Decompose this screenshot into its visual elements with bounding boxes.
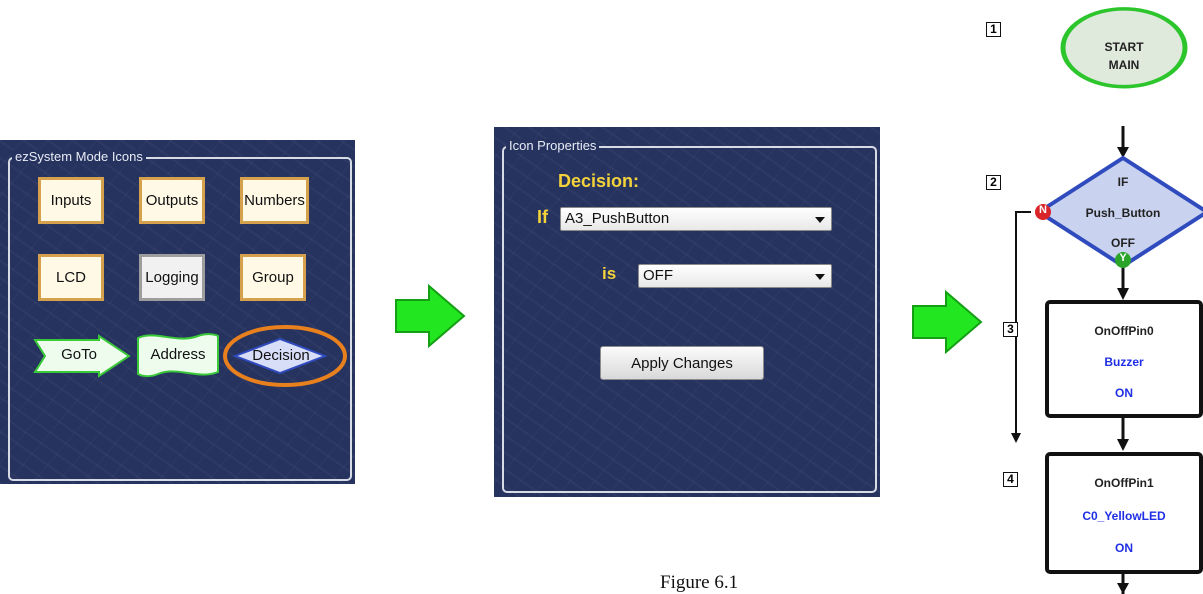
numbers-button[interactable]: Numbers bbox=[240, 177, 309, 224]
chevron-down-icon bbox=[815, 217, 825, 223]
if-select-value: A3_PushButton bbox=[565, 210, 670, 227]
is-select[interactable]: OFF bbox=[638, 264, 832, 288]
goto-label: GoTo bbox=[61, 346, 97, 363]
figure-caption: Figure 6.1 bbox=[660, 572, 739, 593]
step-number-4: 4 bbox=[1003, 472, 1018, 487]
icon-properties-panel: Icon Properties Decision: If A3_PushButt… bbox=[494, 127, 880, 497]
decision-line-1: IF bbox=[1117, 175, 1129, 189]
chevron-down-icon bbox=[815, 274, 825, 280]
address-label: Address bbox=[150, 346, 206, 363]
step-4-line-3: ON bbox=[1115, 541, 1133, 555]
step-3-line-3: ON bbox=[1115, 386, 1133, 400]
no-branch-label: N bbox=[1039, 204, 1047, 216]
is-select-value: OFF bbox=[643, 267, 673, 284]
logging-button[interactable]: Logging bbox=[139, 254, 205, 301]
mode-icons-panel: ezSystem Mode Icons Inputs Outputs Numbe… bbox=[0, 140, 355, 484]
mode-icons-title: ezSystem Mode Icons bbox=[12, 150, 146, 164]
step-4-line-2: C0_YellowLED bbox=[1082, 509, 1166, 523]
is-label: is bbox=[602, 264, 617, 283]
apply-changes-button[interactable]: Apply Changes bbox=[600, 346, 764, 380]
properties-group-frame bbox=[502, 146, 877, 493]
if-label: If bbox=[537, 207, 548, 227]
inputs-button[interactable]: Inputs bbox=[38, 177, 104, 224]
outputs-button[interactable]: Outputs bbox=[139, 177, 205, 224]
step-4-line-1: OnOffPin1 bbox=[1094, 476, 1154, 490]
right-arrow-icon bbox=[395, 284, 466, 348]
step-number-2: 2 bbox=[986, 175, 1001, 190]
right-arrow-icon bbox=[912, 290, 983, 354]
step-3-line-1: OnOffPin0 bbox=[1094, 324, 1154, 338]
group-button[interactable]: Group bbox=[240, 254, 306, 301]
decision-label: Decision bbox=[252, 347, 310, 364]
decision-line-2: Push_Button bbox=[1085, 206, 1161, 220]
step-number-1: 1 bbox=[986, 22, 1001, 37]
decision-line-3: OFF bbox=[1111, 236, 1135, 250]
start-line-2: MAIN bbox=[1108, 58, 1140, 72]
yes-branch-label: Y bbox=[1119, 252, 1127, 264]
step-number-3: 3 bbox=[1003, 322, 1018, 337]
decision-heading: Decision: bbox=[558, 171, 640, 191]
start-line-1: START bbox=[1104, 40, 1144, 54]
properties-title: Icon Properties bbox=[506, 139, 600, 153]
lcd-button[interactable]: LCD bbox=[38, 254, 104, 301]
if-select[interactable]: A3_PushButton bbox=[560, 207, 832, 231]
step-3-line-2: Buzzer bbox=[1104, 355, 1144, 369]
